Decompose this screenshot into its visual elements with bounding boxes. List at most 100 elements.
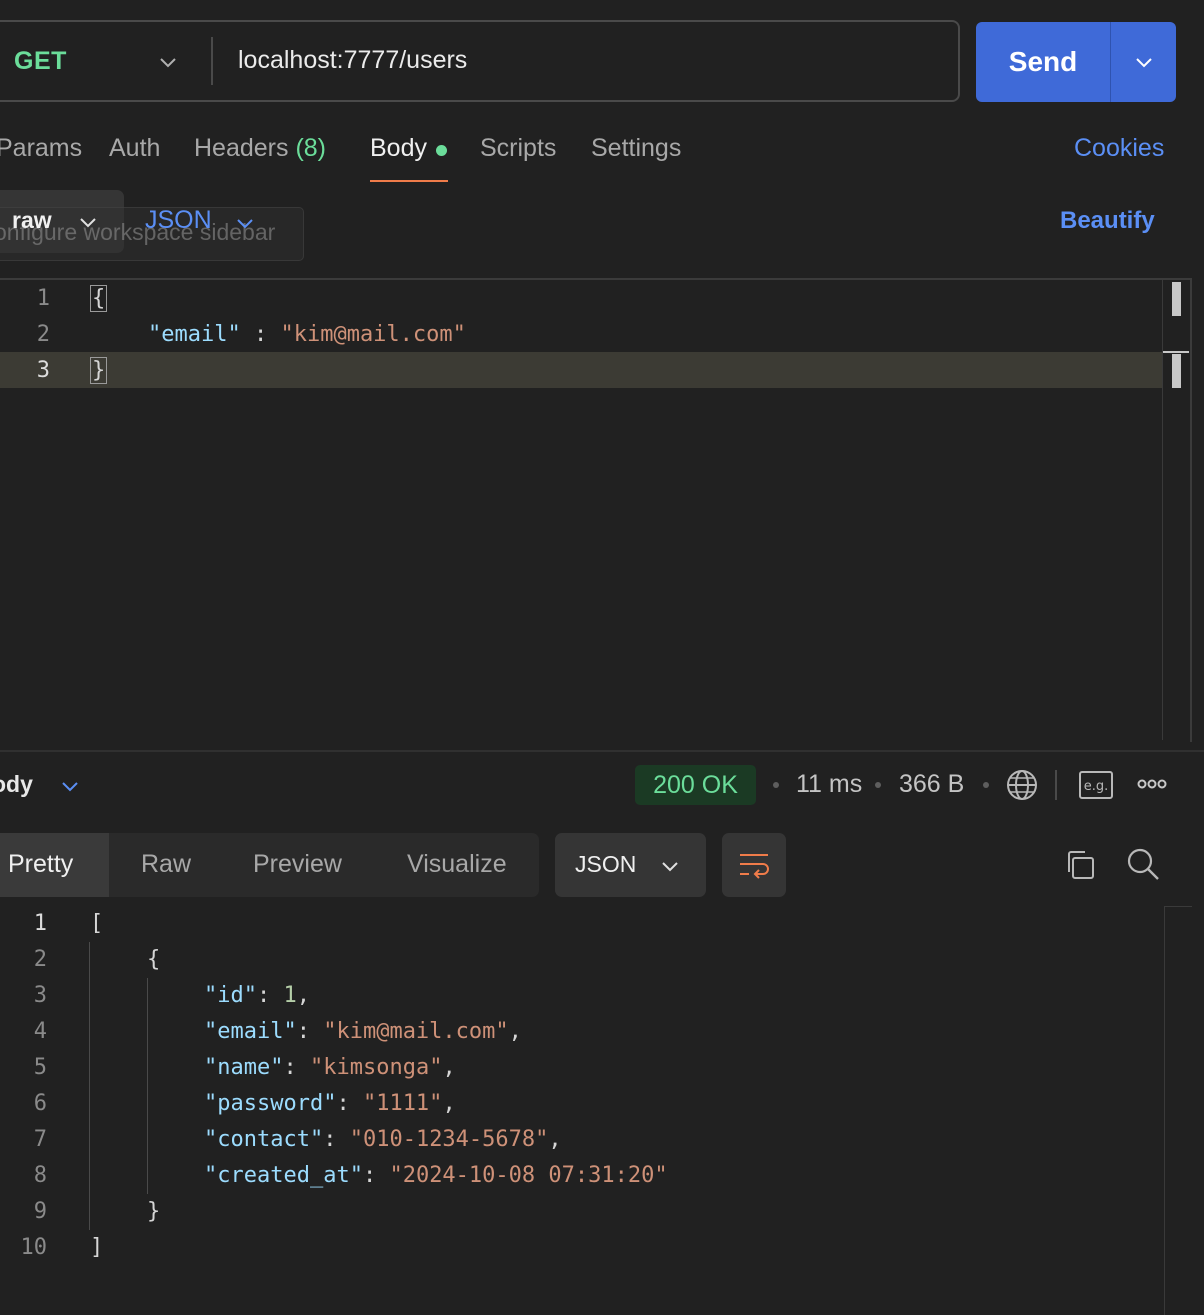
response-section-label[interactable]: ody [0, 771, 33, 798]
active-tab-indicator [370, 180, 448, 182]
editor-scrollbar[interactable] [1162, 280, 1163, 740]
send-button[interactable]: Send [976, 22, 1110, 102]
copy-icon[interactable] [1063, 848, 1097, 882]
json-key: "email" [148, 322, 241, 347]
code-line[interactable]: { [147, 947, 160, 972]
send-options-button[interactable] [1111, 22, 1176, 102]
matched-brace: { [90, 285, 108, 312]
example-icon-label: e.g. [1084, 779, 1109, 794]
indent-guide [147, 978, 148, 1194]
json-colon: : [323, 1127, 350, 1152]
json-separator: : [240, 322, 281, 347]
pane-resize-handle[interactable] [0, 750, 1204, 752]
json-value: 1 [283, 983, 297, 1008]
line-number: 3 [36, 358, 50, 383]
chevron-down-icon [662, 862, 678, 872]
code-line[interactable]: "created_at": "2024-10-08 07:31:20" [204, 1163, 668, 1188]
tab-label: Params [0, 134, 83, 162]
code-line[interactable]: ] [90, 1235, 103, 1260]
request-body-editor[interactable] [0, 278, 1192, 742]
line-number: 2 [33, 947, 47, 972]
matched-brace: } [90, 357, 108, 384]
body-format-select[interactable]: JSON [145, 206, 212, 235]
meta-separator [773, 782, 779, 788]
tab-auth[interactable]: Auth [109, 134, 160, 163]
tab-scripts[interactable]: Scripts [480, 134, 556, 163]
globe-icon[interactable] [1005, 768, 1039, 802]
more-options-icon[interactable] [1137, 776, 1167, 792]
toolbar-divider [1055, 770, 1057, 800]
chevron-down-icon[interactable] [158, 52, 178, 72]
tab-label: Scripts [480, 134, 557, 162]
tab-visualize[interactable]: Visualize [407, 850, 507, 879]
meta-separator [875, 782, 881, 788]
json-value: "kim@mail.com" [280, 322, 466, 347]
json-colon: : [336, 1091, 363, 1116]
tab-raw[interactable]: Raw [141, 850, 191, 879]
tab-pretty[interactable]: Pretty [8, 850, 73, 879]
url-bar [0, 20, 960, 102]
code-line[interactable]: "email" : "kim@mail.com" [148, 322, 466, 347]
chevron-down-icon[interactable] [235, 213, 255, 233]
tab-label: Auth [109, 134, 161, 162]
code-line[interactable]: "email": "kim@mail.com", [204, 1019, 522, 1044]
line-number: 6 [33, 1091, 47, 1116]
line-number: 9 [33, 1199, 47, 1224]
response-format-label: JSON [575, 851, 637, 877]
line-number: 7 [33, 1127, 47, 1152]
code-line[interactable]: "password": "1111", [204, 1091, 456, 1116]
code-line[interactable]: [ [90, 911, 103, 936]
url-divider [211, 37, 213, 85]
code-line[interactable]: { [90, 285, 108, 312]
tab-headers[interactable]: Headers (8) [194, 134, 326, 163]
status-badge[interactable]: 200 OK [635, 765, 756, 805]
body-mode-label: raw [12, 207, 52, 233]
url-input[interactable]: localhost:7777/users [238, 46, 467, 75]
json-value: "kim@mail.com" [323, 1019, 509, 1044]
line-number: 4 [33, 1019, 47, 1044]
json-value: "2024-10-08 07:31:20" [389, 1163, 668, 1188]
method-select[interactable]: GET [14, 47, 67, 76]
json-key: "email" [204, 1019, 297, 1044]
json-key: "name" [204, 1055, 284, 1080]
scrollbar-thumb[interactable] [1172, 282, 1181, 316]
cookies-link[interactable]: Cookies [1074, 134, 1164, 163]
line-number: 5 [33, 1055, 47, 1080]
tab-label: Headers [194, 134, 289, 162]
tab-settings[interactable]: Settings [591, 134, 681, 163]
json-comma: , [508, 1019, 522, 1044]
search-icon[interactable] [1125, 846, 1161, 882]
line-number: 8 [33, 1163, 47, 1188]
json-value: "kimsonga" [309, 1055, 443, 1080]
code-line[interactable]: } [90, 357, 108, 384]
json-colon: : [362, 1163, 390, 1188]
tab-body[interactable]: Body [370, 134, 427, 163]
code-line[interactable]: "contact": "010-1234-5678", [204, 1127, 562, 1152]
json-comma: , [548, 1127, 562, 1152]
tab-preview[interactable]: Preview [253, 850, 342, 879]
json-colon: : [256, 983, 284, 1008]
tab-params[interactable]: Params [0, 134, 82, 163]
response-time[interactable]: 11 ms [796, 770, 862, 799]
code-line[interactable]: "name": "kimsonga", [204, 1055, 456, 1080]
example-icon[interactable]: e.g. [1079, 771, 1113, 799]
response-size[interactable]: 366 B [899, 770, 964, 799]
response-scrollbar[interactable] [1164, 906, 1165, 1315]
json-value: "1111" [362, 1091, 443, 1116]
active-line-highlight [0, 352, 1162, 388]
scrollbar-marker [1163, 351, 1189, 353]
indent-guide [89, 942, 90, 1230]
json-comma: , [442, 1055, 456, 1080]
tab-label: Settings [591, 134, 682, 162]
chevron-down-icon[interactable] [78, 212, 98, 232]
code-line[interactable]: } [147, 1199, 160, 1224]
tab-label: Body [370, 134, 427, 162]
scrollbar-thumb[interactable] [1172, 354, 1181, 388]
wrap-lines-button[interactable] [722, 833, 786, 897]
beautify-button[interactable]: Beautify [1060, 207, 1155, 235]
chevron-down-icon[interactable] [60, 776, 80, 796]
code-line[interactable]: "id": 1, [204, 983, 310, 1008]
line-number: 1 [33, 911, 47, 936]
line-number: 3 [33, 983, 47, 1008]
json-key: "password" [204, 1091, 337, 1116]
